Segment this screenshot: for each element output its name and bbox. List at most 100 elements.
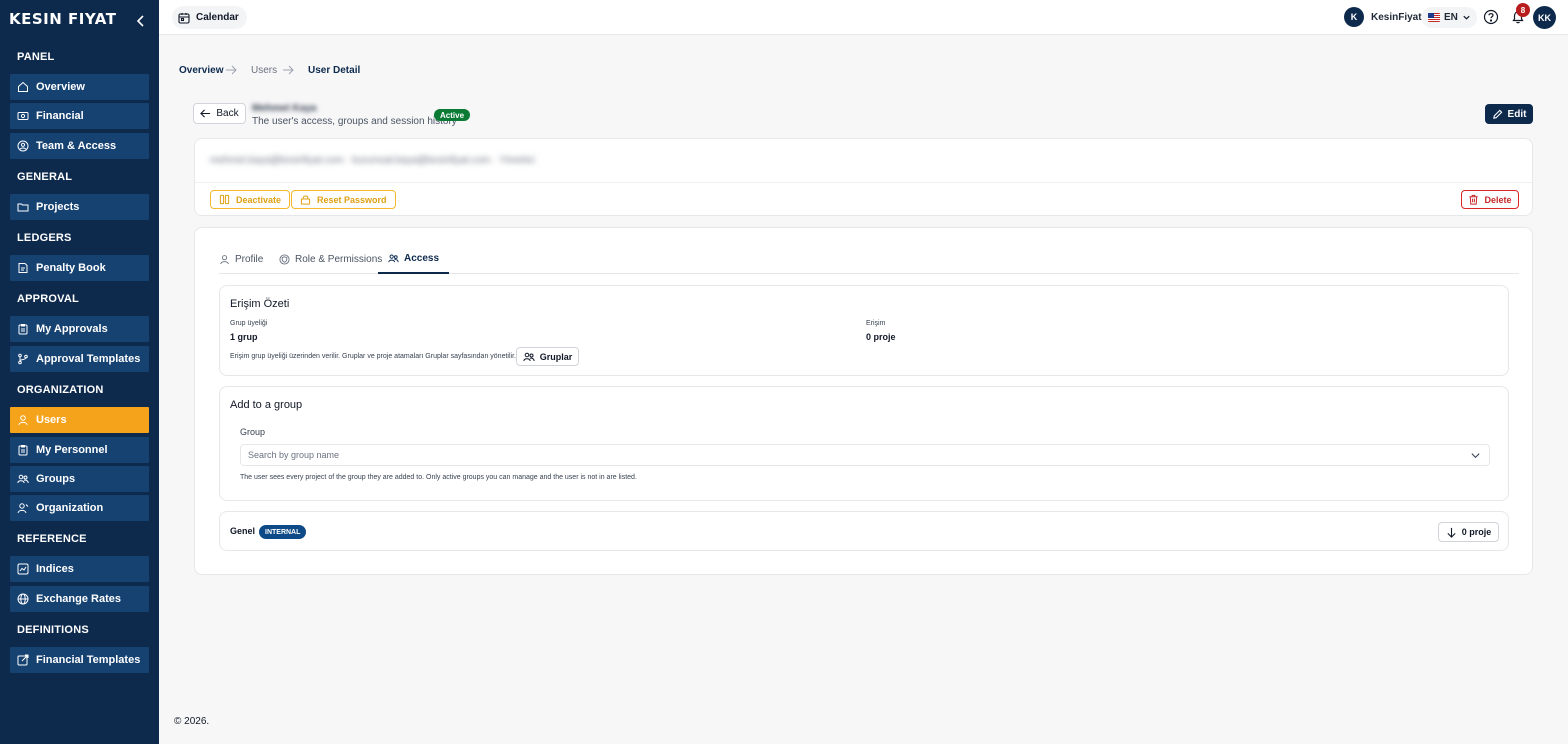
access-summary-title: Erişim Özeti [230,298,290,310]
add-group-help: The user sees every project of the group… [240,474,637,481]
team-icon [17,140,29,152]
sidebar-item-financial[interactable]: Financial [10,103,149,129]
user-icon [18,415,28,426]
tab-access[interactable]: Access [378,245,450,274]
globe-icon [17,593,29,605]
group-name: Genel [230,526,256,536]
add-to-group-card: Add to a group Group Search by group nam… [219,386,1509,501]
group-type-tag: INTERNAL [259,525,307,539]
divider [195,182,1532,183]
sidebar-item-label: Exchange Rates [36,593,121,605]
us-flag-icon [1428,13,1440,22]
sidebar-item-organization[interactable]: Organization [10,495,149,521]
back-button[interactable]: Back [193,103,246,124]
sidebar-item-groups[interactable]: Groups [10,466,149,492]
nav-section-general: GENERAL [17,171,73,183]
finance-icon [17,112,29,120]
sidebar-item-label: Team & Access [36,140,117,152]
breadcrumb-overview[interactable]: Overview [179,65,223,76]
edit-label: Edit [1507,108,1527,120]
sidebar-item-overview[interactable]: Overview [10,74,149,100]
group-projects-label: 0 proje [1461,527,1492,537]
delete-button[interactable]: Delete [1461,190,1519,209]
group-search-placeholder: Search by group name [248,450,340,460]
deactivate-label: Deactivate [236,194,282,205]
shield-icon [279,254,290,265]
groups-icon [388,254,399,263]
sidebar-item-projects[interactable]: Projects [10,194,149,220]
sidebar-item-indices[interactable]: Indices [10,556,149,582]
sidebar-item-penalty-book[interactable]: Penalty Book [10,255,149,281]
groups-button-label: Gruplar [539,351,573,362]
nav-section-ledgers: LEDGERS [17,232,72,244]
sidebar-item-label: My Personnel [36,444,108,456]
tab-label: Profile [235,254,264,265]
clipboard-icon [18,324,28,335]
calendar-button[interactable]: Calendar [172,6,247,29]
sidebar-item-exchange-rates[interactable]: Exchange Rates [10,586,149,612]
sidebar-item-team-access[interactable]: Team & Access [10,133,149,159]
sidebar-item-my-approvals[interactable]: My Approvals [10,316,149,342]
tab-label: Role & Permissions [295,254,383,265]
contact-line: mehmet.kaya@kesinfiyat.com · kurumsal.ka… [210,155,535,166]
sidebar: KESIN FIYAT PANEL Overview Financial Tea… [0,0,159,744]
book-icon [18,263,28,273]
user-icon [220,255,229,265]
calendar-icon [178,12,190,24]
groups-icon [17,474,29,484]
sidebar-item-label: Financial [36,110,84,122]
sidebar-item-label: Approval Templates [36,353,141,365]
pencil-icon [1492,109,1502,119]
nav-section-reference: REFERENCE [17,533,87,545]
sidebar-item-label: Organization [36,502,104,514]
trash-icon [1469,194,1479,205]
sidebar-item-approval-templates[interactable]: Approval Templates [10,346,149,372]
group-projects-button[interactable]: 0 proje [1438,522,1499,542]
tenant-switcher[interactable]: K KesinFiyat [1344,7,1422,27]
arrow-right-icon [226,65,237,75]
page-subtitle: The user's access, groups and session hi… [252,116,457,127]
groups-button[interactable]: Gruplar [516,347,579,366]
group-search-select[interactable]: Search by group name [240,444,1490,466]
sidebar-item-financial-templates[interactable]: Financial Templates [10,647,149,673]
clipboard-icon [18,445,28,456]
group-membership-label: Grup üyeliği [230,320,268,327]
add-to-group-title: Add to a group [230,399,303,411]
brand-logo[interactable]: KESIN FIYAT [9,10,116,28]
help-icon[interactable] [1483,9,1499,25]
sidebar-item-label: Users [36,414,67,426]
tenant-avatar: K [1344,7,1364,27]
access-note: Erişim grup üyeliği üzerinden verilir. G… [230,353,516,360]
sidebar-item-label: Projects [36,201,80,213]
home-icon [18,81,28,92]
pause-icon [219,194,230,205]
nav-section-panel: PANEL [17,51,55,63]
back-label: Back [216,108,239,119]
reset-password-button[interactable]: Reset Password [291,190,396,209]
sidebar-item-label: Groups [36,473,76,485]
user-avatar[interactable]: KK [1533,6,1556,29]
nav-section-organization: ORGANIZATION [17,384,104,396]
chevron-left-icon[interactable] [134,12,148,30]
breadcrumb-users[interactable]: Users [251,65,277,76]
deactivate-button[interactable]: Deactivate [210,190,291,209]
sidebar-item-label: Financial Templates [36,654,141,666]
group-row-card: Genel INTERNAL 0 proje [219,511,1509,551]
sidebar-item-users[interactable]: Users [10,407,149,433]
access-value: 0 proje [866,332,896,342]
topbar: Calendar K KesinFiyat EN 8 KK [159,0,1568,35]
org-icon [17,503,29,514]
folder-icon [17,203,29,212]
delete-label: Delete [1484,194,1512,205]
tab-role-permissions[interactable]: Role & Permissions [269,245,392,274]
lock-icon [300,195,311,205]
sidebar-item-my-personnel[interactable]: My Personnel [10,437,149,463]
language-selector[interactable]: EN [1422,7,1477,28]
sidebar-item-label: Overview [36,81,85,93]
edit-button[interactable]: Edit [1485,104,1533,124]
user-info-card: mehmet.kaya@kesinfiyat.com · kurumsal.ka… [194,138,1533,216]
tab-profile[interactable]: Profile [209,245,273,274]
chevron-down-icon [1471,453,1480,459]
sidebar-item-label: Penalty Book [36,262,106,274]
group-field-label: Group [240,427,266,437]
